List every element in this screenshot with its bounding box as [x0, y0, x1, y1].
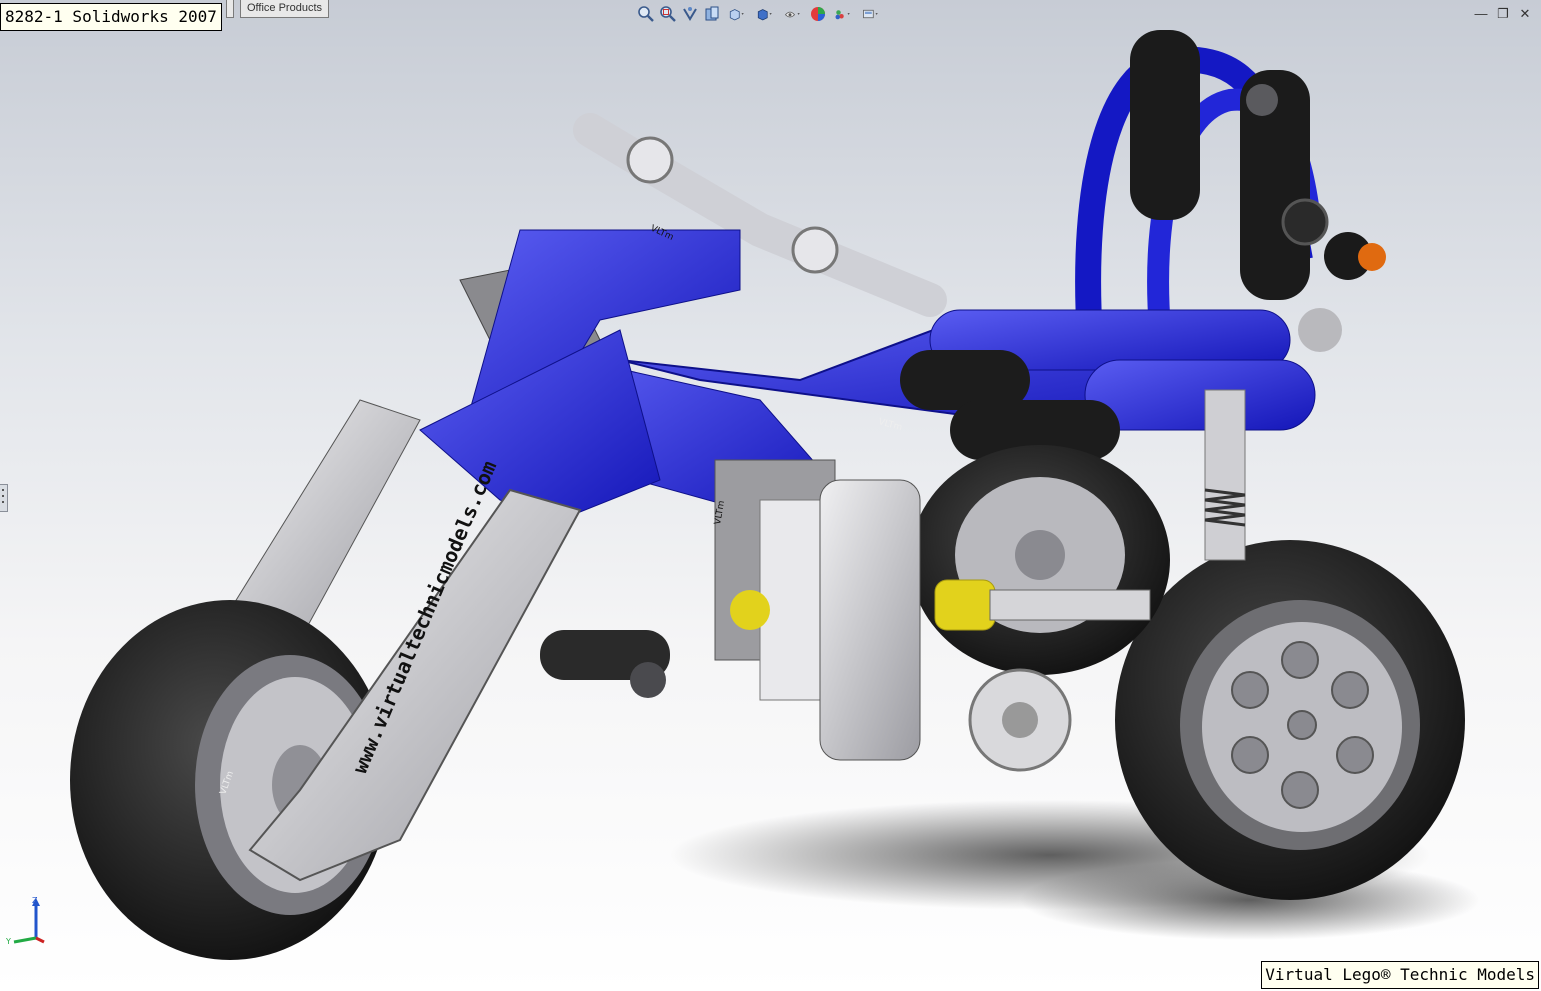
footpeg	[540, 630, 670, 698]
triad-y-label: Y	[5, 937, 11, 946]
triad-z-label: Z	[32, 896, 38, 905]
reference-triad-icon: Z Y	[5, 896, 45, 946]
rear-wheel	[1115, 540, 1465, 900]
rear-roll-bar	[1075, 30, 1386, 352]
graphics-area[interactable]: Office Products 8282-1 Solidworks 2007 —…	[0, 0, 1541, 991]
vltm-stamp: VLTm	[877, 417, 903, 433]
rear-suspension	[1204, 389, 1246, 561]
footer-label: Virtual Lego® Technic Models	[1261, 961, 1539, 989]
middle-wheel	[910, 445, 1170, 675]
cad-model-viewport[interactable]: www.virtualtechnicmodels.com VLTm VLTm V…	[0, 0, 1541, 991]
